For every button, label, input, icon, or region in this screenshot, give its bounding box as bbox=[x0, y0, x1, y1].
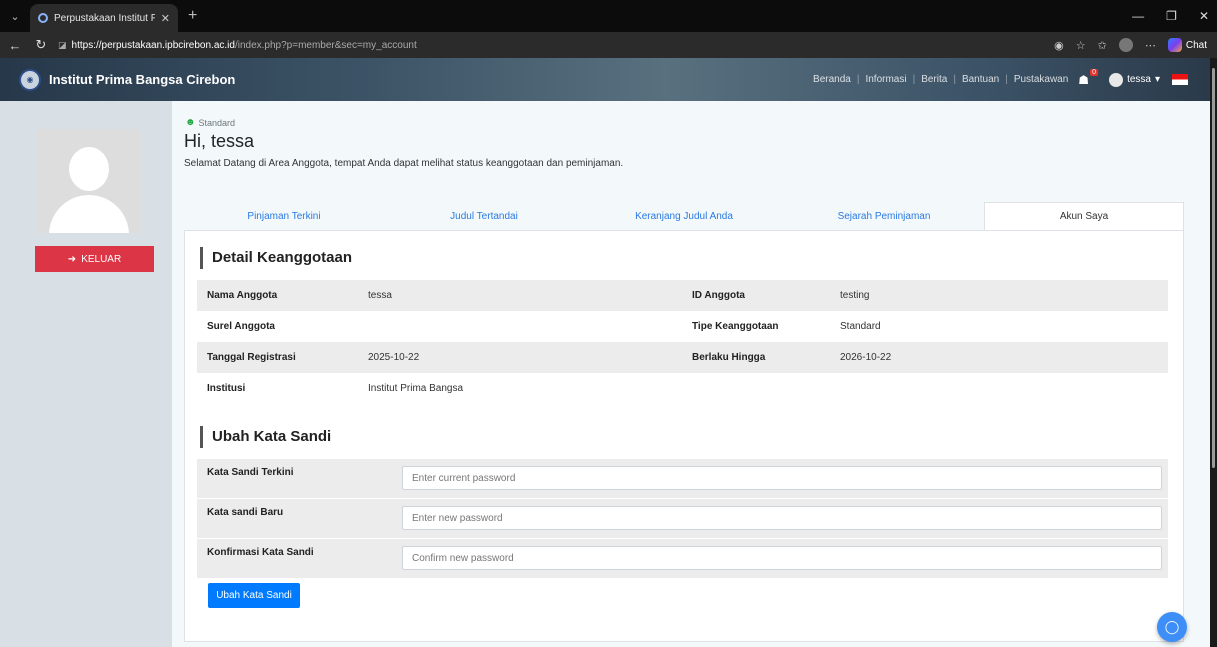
table-row: Tanggal Registrasi 2025-10-22 Berlaku Hi… bbox=[197, 342, 1168, 373]
favorite-star-icon[interactable]: ☆ bbox=[1076, 39, 1086, 52]
window-controls: — ❐ ✕ bbox=[1132, 0, 1209, 32]
avatar-head-shape bbox=[69, 147, 109, 191]
new-tab-icon[interactable]: + bbox=[188, 7, 197, 25]
nav-divider: | bbox=[912, 74, 916, 85]
copilot-label: Chat bbox=[1185, 39, 1207, 51]
member-details-title: Detail Keanggotaan bbox=[200, 247, 352, 269]
top-navigation: Beranda | Informasi | Berita | Bantuan |… bbox=[813, 58, 1188, 101]
nav-divider: | bbox=[1005, 74, 1008, 85]
member-id-label: ID Anggota bbox=[692, 290, 745, 301]
member-id-value: testing bbox=[840, 290, 870, 301]
member-type-badge: ☻ Standard bbox=[185, 117, 235, 128]
site-favicon-icon bbox=[38, 13, 48, 23]
scrollbar-thumb[interactable] bbox=[1212, 68, 1215, 468]
new-password-input[interactable] bbox=[402, 506, 1162, 530]
username: tessa bbox=[1127, 74, 1151, 85]
greeting-heading: Hi, tessa bbox=[184, 131, 255, 151]
more-options-icon[interactable]: ⋯ bbox=[1145, 39, 1156, 52]
registration-date-value: 2025-10-22 bbox=[368, 352, 420, 363]
copilot-icon bbox=[1167, 38, 1182, 52]
member-photo bbox=[38, 129, 140, 233]
address-bar: ← ↻ ◪ https://perpustakaan.ipbcirebon.ac… bbox=[0, 32, 1217, 58]
url-host: https://perpustakaan.ipbcirebon.ac.id bbox=[71, 39, 235, 51]
logout-label: KELUAR bbox=[81, 253, 122, 265]
registration-date-label: Tanggal Registrasi bbox=[207, 352, 296, 363]
sign-out-icon: ➜ bbox=[67, 253, 77, 265]
language-flag-icon[interactable] bbox=[1172, 74, 1188, 85]
url-path: /index.php?p=member&sec=my_account bbox=[234, 39, 417, 51]
expiry-date-value: 2026-10-22 bbox=[840, 352, 892, 363]
nav-beranda[interactable]: Beranda bbox=[813, 74, 851, 85]
email-label: Surel Anggota bbox=[207, 321, 275, 332]
confirm-password-row: Konfirmasi Kata Sandi bbox=[197, 539, 1168, 578]
browser-tab[interactable]: Perpustakaan Institut Prima Bangs ✕ bbox=[30, 4, 178, 32]
copilot-chat-button[interactable]: Chat bbox=[1167, 38, 1207, 52]
reload-icon[interactable]: ↻ bbox=[30, 37, 52, 53]
expiry-date-label: Berlaku Hingga bbox=[692, 352, 766, 363]
basket-icon[interactable]: ☗ 0 bbox=[1078, 68, 1099, 87]
welcome-text: Selamat Datang di Area Anggota, tempat A… bbox=[184, 158, 624, 169]
favorites-icon[interactable]: ✩ bbox=[1098, 39, 1107, 52]
table-row: Institusi Institut Prima Bangsa bbox=[197, 373, 1168, 404]
profile-avatar-icon[interactable] bbox=[1118, 38, 1133, 52]
close-window-icon[interactable]: ✕ bbox=[1199, 9, 1209, 23]
reader-mode-icon[interactable]: ◉ bbox=[1054, 39, 1064, 52]
close-tab-icon[interactable]: ✕ bbox=[161, 12, 170, 25]
avatar-body-shape bbox=[49, 195, 129, 233]
user-icon: ☻ bbox=[185, 117, 196, 128]
current-password-input[interactable] bbox=[402, 466, 1162, 490]
logout-button[interactable]: ➜ KELUAR bbox=[35, 246, 154, 272]
nav-divider: | bbox=[953, 74, 956, 85]
page-scrollbar[interactable] bbox=[1210, 58, 1217, 647]
tab-keranjang-judul[interactable]: Keranjang Judul Anda bbox=[584, 202, 784, 230]
restore-icon[interactable]: ❐ bbox=[1166, 9, 1177, 23]
name-value: tessa bbox=[368, 290, 392, 301]
membership-type-value: Standard bbox=[840, 321, 881, 332]
basket-count-badge: 0 bbox=[1090, 68, 1099, 76]
member-tabs: Pinjaman Terkini Judul Tertandai Keranja… bbox=[184, 202, 1184, 230]
change-password-title: Ubah Kata Sandi bbox=[200, 426, 331, 448]
tab-judul-tertandai[interactable]: Judul Tertandai bbox=[384, 202, 584, 230]
site-header: ◉ Institut Prima Bangsa Cirebon Beranda … bbox=[0, 58, 1210, 101]
member-type-label: Standard bbox=[198, 117, 236, 128]
nav-informasi[interactable]: Informasi bbox=[865, 74, 906, 85]
account-panel: Detail Keanggotaan Nama Anggota tessa ID… bbox=[184, 230, 1184, 642]
institution-logo[interactable]: ◉ bbox=[19, 68, 41, 91]
institution-label: Institusi bbox=[207, 383, 246, 394]
browser-toolbar-right: ◉ ☆ ✩ ⋯ Chat bbox=[1054, 32, 1207, 58]
site-info-icon[interactable]: ◪ bbox=[58, 40, 67, 51]
member-sidebar: ➜ KELUAR bbox=[0, 101, 172, 647]
caret-down-icon: ▾ bbox=[1154, 74, 1160, 85]
member-area: ☻ Standard Hi, tessa Selamat Datang di A… bbox=[172, 101, 1210, 647]
current-password-row: Kata Sandi Terkini bbox=[197, 459, 1168, 498]
current-password-label: Kata Sandi Terkini bbox=[207, 467, 294, 478]
url-field[interactable]: ◪ https://perpustakaan.ipbcirebon.ac.id/… bbox=[58, 40, 417, 51]
tab-list-chevron-icon[interactable]: ⌄ bbox=[0, 0, 30, 32]
nav-pustakawan[interactable]: Pustakawan bbox=[1014, 74, 1068, 85]
browser-tab-bar: ⌄ Perpustakaan Institut Prima Bangs ✕ + … bbox=[0, 0, 1217, 32]
table-row: Nama Anggota tessa ID Anggota testing bbox=[197, 280, 1168, 311]
site-brand[interactable]: Institut Prima Bangsa Cirebon bbox=[49, 72, 235, 87]
tab-sejarah-peminjaman[interactable]: Sejarah Peminjaman bbox=[784, 202, 984, 230]
user-menu[interactable]: tessa ▾ bbox=[1109, 72, 1160, 87]
confirm-password-label: Konfirmasi Kata Sandi bbox=[207, 547, 314, 558]
accessibility-lock-icon[interactable]: ◯ bbox=[1157, 612, 1187, 642]
nav-divider: | bbox=[856, 74, 860, 85]
tab-pinjaman-terkini[interactable]: Pinjaman Terkini bbox=[184, 202, 384, 230]
tab-akun-saya[interactable]: Akun Saya bbox=[984, 202, 1184, 230]
new-password-row: Kata sandi Baru bbox=[197, 499, 1168, 538]
institution-value: Institut Prima Bangsa bbox=[368, 383, 464, 394]
membership-type-label: Tipe Keanggotaan bbox=[692, 321, 779, 332]
minimize-icon[interactable]: — bbox=[1132, 9, 1144, 23]
name-label: Nama Anggota bbox=[207, 290, 278, 301]
confirm-password-input[interactable] bbox=[402, 546, 1162, 570]
user-avatar bbox=[1109, 72, 1124, 87]
back-arrow-icon[interactable]: ← bbox=[4, 38, 26, 53]
nav-berita[interactable]: Berita bbox=[921, 74, 947, 85]
change-password-button[interactable]: Ubah Kata Sandi bbox=[208, 583, 300, 608]
table-row: Surel Anggota Tipe Keanggotaan Standard bbox=[197, 311, 1168, 342]
tab-title: Perpustakaan Institut Prima Bangs bbox=[54, 12, 155, 24]
nav-bantuan[interactable]: Bantuan bbox=[962, 74, 999, 85]
new-password-label: Kata sandi Baru bbox=[207, 507, 284, 518]
